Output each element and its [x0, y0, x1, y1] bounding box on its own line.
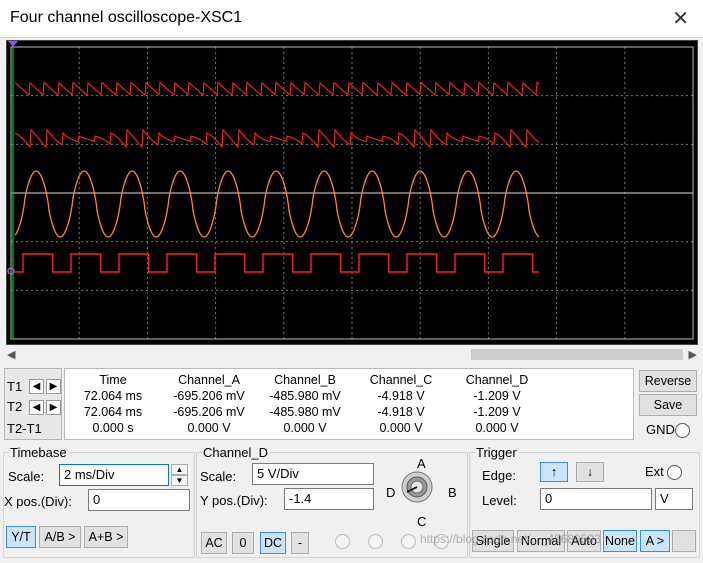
grid — [11, 47, 693, 339]
waveform-plot — [7, 41, 694, 340]
title-bar: Four channel oscilloscope-XSC1 ✕ — [0, 0, 703, 38]
window-title: Four channel oscilloscope-XSC1 — [10, 9, 243, 26]
delta-channel-d: 0.000 V — [475, 421, 519, 435]
row-label-t1: T1 — [7, 379, 23, 394]
scroll-thumb[interactable] — [471, 349, 683, 360]
trigger-extra-button[interactable] — [672, 530, 696, 552]
t1-right-arrow-icon[interactable]: ▶ — [46, 379, 61, 394]
trigger-title: Trigger — [474, 445, 519, 460]
t2-right-arrow-icon[interactable]: ▶ — [46, 400, 61, 415]
trigger-level-unit[interactable]: V — [655, 488, 693, 510]
t1-channel-a: -695.206 mV — [173, 389, 245, 403]
scroll-left-icon[interactable]: ◀ — [7, 348, 15, 361]
trace-channel-c — [14, 170, 540, 238]
channel-radio-2[interactable] — [368, 534, 383, 549]
save-button[interactable]: Save — [639, 394, 697, 416]
header-channel-d: Channel_D — [465, 373, 529, 387]
trigger-a-button[interactable]: A > — [640, 530, 670, 552]
scroll-right-icon[interactable]: ▶ — [689, 348, 697, 361]
channel-radio-3[interactable] — [401, 534, 416, 549]
timebase-scale-down-icon[interactable]: ▼ — [171, 475, 188, 486]
t2-left-arrow-icon[interactable]: ◀ — [29, 400, 44, 415]
delta-channel-b: 0.000 V — [283, 421, 327, 435]
header-channel-b: Channel_B — [274, 373, 336, 387]
t2-time: 72.064 ms — [83, 405, 143, 419]
coupling-minus-button[interactable]: - — [291, 532, 309, 554]
header-time: Time — [99, 373, 127, 387]
channel-title: Channel_D — [201, 445, 271, 460]
t2-channel-d: -1.209 V — [473, 405, 521, 419]
timebase-scale-label: Scale: — [8, 469, 45, 484]
gnd-label: GND — [646, 422, 675, 437]
row-label-t2-t1: T2-T1 — [7, 421, 42, 436]
t2-channel-c: -4.918 V — [377, 405, 425, 419]
t2-channel-b: -485.980 mV — [269, 405, 341, 419]
header-channel-c: Channel_C — [369, 373, 433, 387]
t1-left-arrow-icon[interactable]: ◀ — [29, 379, 44, 394]
delta-time: 0.000 s — [92, 421, 134, 435]
delta-channel-c: 0.000 V — [379, 421, 423, 435]
rising-edge-icon[interactable]: ↑ — [540, 462, 568, 482]
channel-selector-knob-icon[interactable] — [398, 470, 436, 504]
coupling-ac-button[interactable]: AC — [201, 532, 227, 554]
timebase-scale-input[interactable]: 2 ms/Div — [59, 464, 169, 486]
channel-scale-input[interactable]: 5 V/Div — [252, 463, 374, 485]
delta-channel-a: 0.000 V — [187, 421, 231, 435]
row-label-t2: T2 — [7, 399, 23, 414]
cursor-readout: T1 T2 T2-T1 ◀ ▶ ◀ ▶ Time Channel_A Chann… — [4, 368, 634, 440]
trigger-none-button[interactable]: None — [603, 530, 637, 552]
knob-label-a: A — [417, 456, 426, 471]
channel-ypos-input[interactable]: -1.4 — [284, 488, 374, 510]
channel-radio-1[interactable] — [335, 534, 350, 549]
mode-yt-button[interactable]: Y/T — [6, 526, 36, 548]
close-icon[interactable]: ✕ — [672, 6, 689, 31]
oscilloscope-window: Four channel oscilloscope-XSC1 ✕ ◀ ▶ T1 … — [0, 0, 703, 563]
knob-label-d: D — [386, 485, 396, 500]
readout-row-labels: T1 T2 T2-T1 ◀ ▶ ◀ ▶ — [4, 368, 62, 440]
knob-label-c: C — [417, 514, 427, 529]
readout-table: Time Channel_A Channel_B Channel_C Chann… — [64, 368, 634, 440]
knob-label-b: B — [448, 485, 457, 500]
timebase-xpos-input[interactable]: 0 — [88, 489, 190, 511]
reverse-button[interactable]: Reverse — [639, 370, 697, 392]
header-channel-a: Channel_A — [178, 373, 240, 387]
t1-channel-b: -485.980 mV — [269, 389, 341, 403]
t2-channel-a: -695.206 mV — [173, 405, 245, 419]
t1-time: 72.064 ms — [83, 389, 143, 403]
trace-channel-d — [15, 253, 539, 273]
trigger-ext-label: Ext — [645, 464, 664, 479]
t1-channel-c: -4.918 V — [377, 389, 425, 403]
trace-channel-a — [14, 81, 540, 97]
t1-channel-d: -1.209 V — [473, 389, 521, 403]
coupling-zero-button[interactable]: 0 — [232, 532, 254, 554]
scope-display[interactable] — [6, 40, 698, 345]
gnd-radio[interactable] — [675, 423, 690, 438]
cursor-t1-handle[interactable] — [8, 41, 18, 47]
coupling-dc-button[interactable]: DC — [260, 532, 286, 554]
horizontal-scrollbar[interactable]: ◀ ▶ — [4, 347, 700, 363]
timebase-scale-up-icon[interactable]: ▲ — [171, 464, 188, 475]
mode-a-plus-b-button[interactable]: A+B > — [84, 526, 128, 548]
watermark-text: https://blog.csdn.net/..._45689593 — [420, 532, 601, 546]
timebase-xpos-label: X pos.(Div): — [4, 494, 72, 509]
falling-edge-icon[interactable]: ↓ — [576, 462, 604, 482]
trigger-edge-label: Edge: — [482, 468, 516, 483]
trigger-level-input[interactable]: 0 — [540, 488, 652, 510]
trigger-ext-radio[interactable] — [667, 465, 682, 480]
mode-ab-button[interactable]: A/B > — [39, 526, 81, 548]
timebase-title: Timebase — [8, 445, 69, 460]
channel-scale-label: Scale: — [200, 469, 237, 484]
trigger-level-label: Level: — [482, 493, 517, 508]
channel-ypos-label: Y pos.(Div): — [200, 493, 268, 508]
